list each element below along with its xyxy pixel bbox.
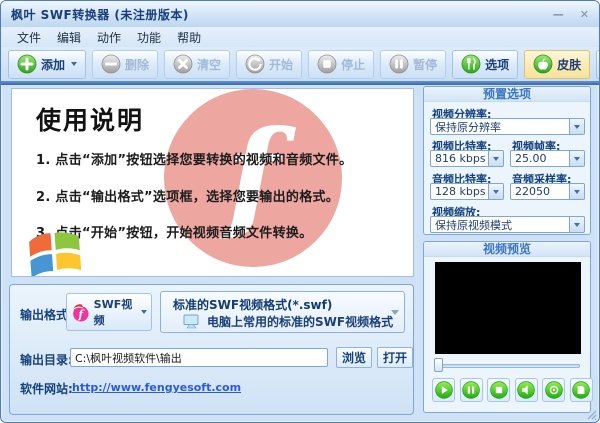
stop-square-icon	[317, 54, 337, 74]
seek-slider[interactable]	[436, 364, 580, 368]
audio-bitrate-select[interactable]: 128 kbps	[430, 183, 504, 200]
toolbar: 添加 删除 清空 开始 停止 暂停 选项 皮肤	[1, 47, 599, 81]
menu-help[interactable]: 帮助	[169, 28, 209, 47]
record-icon	[544, 381, 563, 399]
options-button[interactable]: 选项	[452, 49, 519, 79]
toolbar-divider	[1, 81, 599, 85]
browse-button[interactable]: 浏览	[336, 347, 372, 368]
title-bar: 枫叶 SWF转换器 (未注册版本) — ✕	[1, 1, 599, 27]
snapshot-button[interactable]	[542, 378, 565, 402]
menu-feature[interactable]: 功能	[129, 28, 169, 47]
start-button-label: 开始	[269, 57, 294, 72]
pause-button-preview[interactable]	[459, 378, 483, 402]
video-scale-select[interactable]: 保持原视频模式	[430, 216, 585, 233]
audio-samplerate-select[interactable]: 22050	[510, 183, 585, 200]
menu-file[interactable]: 文件	[9, 28, 49, 47]
skin-apple-icon	[533, 54, 553, 74]
chevron-down-icon[interactable]	[391, 310, 399, 315]
close-button[interactable]: ✕	[580, 9, 589, 20]
video-bitrate-select[interactable]: 816 kbps	[430, 150, 504, 167]
stop-icon	[489, 381, 508, 399]
pause-bars-icon	[389, 54, 409, 74]
stop-button-label: 停止	[341, 57, 366, 72]
seek-slider-thumb[interactable]	[434, 358, 443, 372]
volume-button[interactable]	[514, 378, 538, 402]
window-title: 枫叶 SWF转换器 (未注册版本)	[11, 7, 189, 22]
pause-icon	[462, 381, 480, 399]
website-label: 软件网站:	[20, 382, 73, 396]
file-icon	[572, 381, 590, 399]
format-detail-select[interactable]: 标准的SWF视频格式(*.swf) 电脑上常用的标准的SWF视频格式	[160, 291, 405, 333]
stop-button: 停止	[308, 49, 375, 79]
chevron-down-icon	[71, 62, 78, 66]
player-controls	[432, 378, 593, 402]
play-icon	[434, 381, 453, 399]
options-button-label: 选项	[485, 57, 510, 72]
output-format-button[interactable]: f SWF视频	[66, 293, 152, 331]
add-button-label: 添加	[41, 57, 66, 72]
open-button[interactable]: 打开	[377, 347, 413, 368]
chevron-down-icon[interactable]	[569, 151, 584, 166]
speaker-icon	[517, 381, 535, 399]
chevron-down-icon	[141, 310, 147, 314]
clear-cross-icon	[173, 54, 193, 74]
menu-action[interactable]: 动作	[89, 28, 129, 47]
instructions-panel: f 使用说明 1. 点击“添加”按钮选择您要转换的视频和音频文件。 2. 点击“…	[11, 88, 414, 277]
computer-icon	[183, 314, 199, 328]
instruction-step-2: 2. 点击“输出格式”选项框，选择您要输出的格式。	[36, 190, 340, 205]
video-framerate-select[interactable]: 25.00	[510, 150, 585, 167]
chevron-down-icon[interactable]	[569, 217, 584, 232]
output-format-button-label: SWF视频	[93, 298, 133, 327]
instruction-step-1: 1. 点击“添加”按钮选择您要转换的视频和音频文件。	[36, 153, 353, 168]
format-description: 电脑上常用的标准的SWF视频格式	[207, 315, 394, 329]
instruction-step-3: 3. 点击“开始”按钮，开始视频音频文件转换。	[36, 226, 313, 241]
start-button: 开始	[236, 49, 303, 79]
add-button[interactable]: 添加	[8, 49, 87, 79]
add-plus-icon	[17, 54, 37, 74]
chevron-down-icon[interactable]	[488, 151, 503, 166]
start-arrow-icon	[245, 54, 265, 74]
stop-button-preview[interactable]	[487, 378, 510, 402]
clear-button: 清空	[164, 49, 231, 79]
output-dir-input[interactable]	[70, 348, 328, 367]
skin-button[interactable]: 皮肤	[524, 49, 591, 79]
resize-grip[interactable]	[586, 409, 597, 420]
output-format-label: 输出格式:	[20, 308, 73, 322]
video-resolution-select[interactable]: 保持原分辨率	[430, 118, 585, 135]
preset-options-panel: 预置选项 视频分辨率: 保持原分辨率 视频比特率: 视频帧率: 816 kbps…	[423, 86, 591, 235]
buy-button[interactable]: 购买	[596, 49, 599, 79]
swf-brand-icon: f	[73, 303, 89, 321]
delete-button-label: 删除	[125, 57, 150, 72]
menu-bar: 文件 编辑 动作 功能 帮助	[1, 27, 599, 47]
open-file-button[interactable]	[569, 378, 593, 402]
delete-button: 删除	[92, 49, 159, 79]
skin-button-label: 皮肤	[557, 57, 582, 72]
preview-panel-title: 视频预览	[424, 242, 590, 257]
preview-screen	[435, 262, 581, 354]
clear-button-label: 清空	[197, 57, 222, 72]
options-utensils-icon	[461, 54, 481, 74]
app-window: 枫叶 SWF转换器 (未注册版本) — ✕ 文件 编辑 动作 功能 帮助 添加	[0, 0, 600, 423]
output-settings-panel: 输出格式: f SWF视频 标准的SWF视频格式(*.swf) 电脑上常用的标准…	[9, 284, 414, 415]
menu-edit[interactable]: 编辑	[49, 28, 89, 47]
chevron-down-icon[interactable]	[569, 184, 584, 199]
pause-button: 暂停	[380, 49, 447, 79]
chevron-down-icon[interactable]	[569, 119, 584, 134]
output-dir-label: 输出目录:	[20, 353, 73, 367]
website-link[interactable]: http://www.fengyesoft.com	[72, 381, 241, 394]
play-button[interactable]	[432, 378, 455, 402]
format-title: 标准的SWF视频格式(*.swf)	[173, 298, 333, 312]
video-preview-panel: 视频预览	[423, 241, 593, 413]
chevron-down-icon[interactable]	[488, 184, 503, 199]
preset-panel-title: 预置选项	[424, 87, 590, 102]
instructions-title: 使用说明	[36, 106, 145, 135]
pause-button-label: 暂停	[413, 57, 438, 72]
windows-logo-icon	[29, 232, 82, 276]
remove-minus-icon	[101, 54, 121, 74]
minimize-button[interactable]: —	[553, 9, 564, 20]
